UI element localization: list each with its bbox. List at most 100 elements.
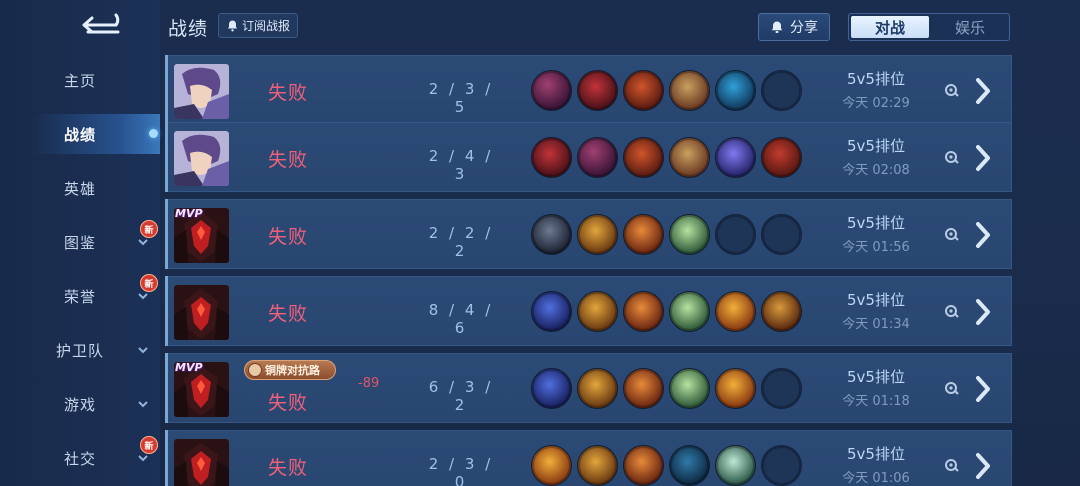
sidebar-item-atlas[interactable]: 图鉴 bbox=[0, 222, 160, 262]
gold-boots-icon bbox=[577, 368, 618, 409]
replay-icon[interactable] bbox=[944, 380, 960, 396]
match-row[interactable]: 失败 8 / 4 / 6 5v5排位 今天 01:34 bbox=[165, 276, 1012, 346]
hero-portrait-icon bbox=[174, 64, 229, 119]
sidebar-item-label: 社交 bbox=[63, 449, 96, 468]
avatar bbox=[174, 64, 229, 119]
match-result: 失败 bbox=[268, 226, 309, 248]
red-axe-icon bbox=[623, 137, 664, 178]
green-crystal-icon bbox=[669, 368, 710, 409]
rank-badge: 铜牌对抗路 bbox=[244, 360, 336, 380]
mvp-badge: MVP bbox=[175, 208, 203, 220]
kda-text: 2 / 2 / 2 bbox=[428, 224, 494, 260]
match-result: 失败 bbox=[268, 149, 309, 171]
chevron-right-icon[interactable] bbox=[971, 220, 995, 250]
sidebar-item-home[interactable]: 主页 bbox=[0, 60, 160, 100]
tab-entertainment[interactable]: 娱乐 bbox=[931, 14, 1009, 40]
match-mode: 5v5排位 bbox=[847, 214, 905, 232]
replay-icon[interactable] bbox=[944, 149, 960, 165]
equipment-list bbox=[531, 214, 802, 255]
fire-armor-icon bbox=[715, 368, 756, 409]
sidebar-item-guard[interactable]: 护卫队 bbox=[0, 330, 160, 370]
gold-boots-icon bbox=[577, 214, 618, 255]
match-result: 失败 bbox=[268, 457, 309, 479]
hero-portrait-icon bbox=[174, 439, 229, 486]
gold-armor-icon bbox=[623, 214, 664, 255]
chevron-right-icon[interactable] bbox=[971, 76, 995, 106]
mvp-badge: MVP bbox=[175, 362, 203, 374]
kda-text: 8 / 4 / 6 bbox=[428, 301, 494, 337]
red-boots-icon bbox=[531, 137, 572, 178]
mage-hat-icon bbox=[531, 70, 572, 111]
kda-text: 2 / 4 / 3 bbox=[428, 147, 494, 183]
match-row[interactable]: 失败 2 / 4 / 3 5v5排位 今天 02:08 bbox=[165, 122, 1012, 192]
sidebar-item-heroes[interactable]: 英雄 bbox=[0, 168, 160, 208]
gold-chest-icon bbox=[761, 291, 802, 332]
avatar bbox=[174, 131, 229, 186]
sidebar-item-game[interactable]: 游戏 bbox=[0, 384, 160, 424]
chevron-right-icon[interactable] bbox=[971, 451, 995, 481]
subscribe-label: 订阅战报 bbox=[241, 19, 290, 33]
green-crystal-icon bbox=[669, 214, 710, 255]
fire-armor-icon bbox=[715, 291, 756, 332]
mage-hat-icon bbox=[577, 137, 618, 178]
share-label: 分享 bbox=[790, 20, 818, 36]
sidebar-item-record[interactable]: 战绩 bbox=[0, 114, 160, 154]
gold-armor-icon bbox=[623, 368, 664, 409]
chevron-right-icon[interactable] bbox=[971, 374, 995, 404]
avatar bbox=[174, 439, 229, 486]
share-icon bbox=[771, 21, 783, 33]
tab-battle[interactable]: 对战 bbox=[851, 16, 929, 38]
chevron-right-icon[interactable] bbox=[971, 143, 995, 173]
replay-icon[interactable] bbox=[944, 82, 960, 98]
blue-spear-icon bbox=[531, 291, 572, 332]
match-mode: 5v5排位 bbox=[847, 368, 905, 386]
new-badge: 新 bbox=[140, 220, 158, 238]
sidebar-item-label: 荣誉 bbox=[63, 287, 96, 306]
avatar bbox=[174, 285, 229, 340]
replay-icon[interactable] bbox=[944, 303, 960, 319]
match-row[interactable]: 失败 2 / 3 / 5 5v5排位 今天 02:29 bbox=[165, 55, 1012, 125]
blue-orb-icon bbox=[715, 70, 756, 111]
sidebar: 主页 战绩 英雄 图鉴 新 荣誉 新 护卫队 游戏 社交 新 bbox=[0, 0, 160, 486]
hero-portrait-icon bbox=[174, 285, 229, 340]
rank-medal-icon bbox=[248, 363, 262, 377]
gold-boots-icon bbox=[577, 445, 618, 486]
gold-boots-icon bbox=[577, 291, 618, 332]
rank-badge-label: 铜牌对抗路 bbox=[265, 364, 320, 377]
green-crystal-icon bbox=[669, 291, 710, 332]
purple-blade-icon bbox=[715, 137, 756, 178]
match-row[interactable]: MVP 铜牌对抗路 -89 失败 6 / 3 / 2 5v5排位 今天 01:1… bbox=[165, 353, 1012, 423]
replay-icon[interactable] bbox=[944, 226, 960, 242]
match-time: 今天 01:56 bbox=[842, 240, 910, 255]
chevron-right-icon[interactable] bbox=[971, 297, 995, 327]
gold-armor-icon bbox=[623, 291, 664, 332]
match-row[interactable]: 失败 2 / 3 / 0 5v5排位 今天 01:06 bbox=[165, 430, 1012, 486]
subscribe-report-button[interactable]: 订阅战报 bbox=[218, 13, 298, 38]
match-row[interactable]: MVP 失败 2 / 2 / 2 5v5排位 今天 01:56 bbox=[165, 199, 1012, 269]
sidebar-item-social[interactable]: 社交 bbox=[0, 438, 160, 478]
avatar: MVP bbox=[174, 208, 229, 263]
share-button[interactable]: 分享 bbox=[758, 13, 830, 41]
chevron-down-icon bbox=[138, 347, 148, 354]
score-delta: -89 bbox=[358, 376, 380, 391]
blue-spear-icon bbox=[531, 368, 572, 409]
mode-toggle: 对战 娱乐 bbox=[848, 13, 1010, 41]
match-mode: 5v5排位 bbox=[847, 291, 905, 309]
red-tome-icon bbox=[761, 137, 802, 178]
sidebar-item-honor[interactable]: 荣誉 bbox=[0, 276, 160, 316]
match-time: 今天 01:18 bbox=[842, 394, 910, 409]
fire-armor-icon bbox=[531, 445, 572, 486]
match-result: 失败 bbox=[268, 82, 309, 104]
red-axe-icon bbox=[623, 70, 664, 111]
kda-text: 2 / 3 / 0 bbox=[428, 455, 494, 486]
back-arrow-icon[interactable] bbox=[78, 12, 128, 38]
equipment-list bbox=[531, 445, 802, 486]
replay-icon[interactable] bbox=[944, 457, 960, 473]
empty-item-slot bbox=[761, 368, 802, 409]
chevron-down-icon bbox=[138, 401, 148, 408]
page-title: 战绩 bbox=[168, 18, 209, 40]
sidebar-item-label: 战绩 bbox=[63, 125, 96, 144]
spell-book-icon bbox=[669, 137, 710, 178]
empty-item-slot bbox=[761, 445, 802, 486]
match-result: 失败 bbox=[268, 303, 309, 325]
